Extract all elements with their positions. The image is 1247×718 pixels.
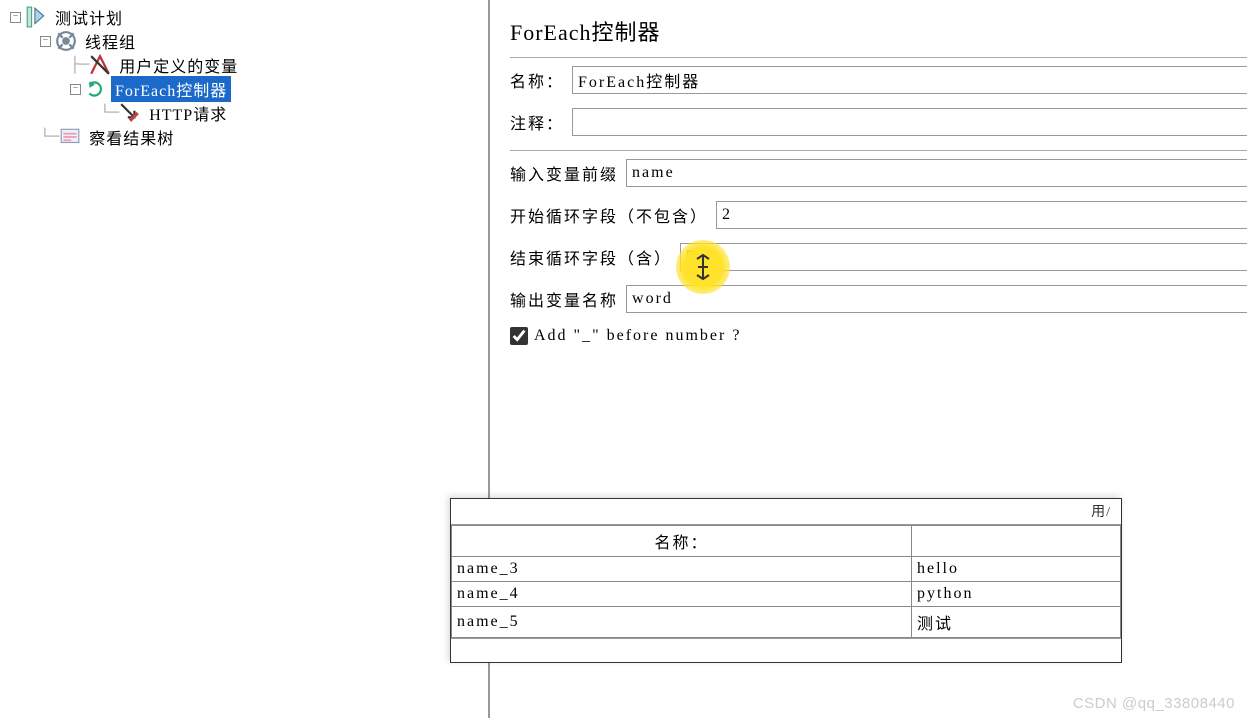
- name-label: 名称：: [510, 68, 572, 92]
- tree-item-label: HTTP请求: [145, 100, 231, 126]
- start-index-label: 开始循环字段（不包含）: [510, 203, 716, 227]
- table-header-value: [912, 526, 1121, 557]
- collapse-icon[interactable]: −: [40, 36, 51, 47]
- table-row[interactable]: name_4 python: [452, 582, 1121, 607]
- tree-thread-group-label: 线程组: [81, 28, 140, 54]
- cell-value[interactable]: hello: [912, 557, 1121, 582]
- tree-branch-icon: ├─: [70, 56, 89, 74]
- name-field[interactable]: [572, 66, 1247, 94]
- tree-item-foreach[interactable]: − ForEach控制器: [10, 77, 478, 101]
- watermark: CSDN @qq_33808440: [1073, 695, 1235, 712]
- tree-panel: − 测试计划 − 线程组 ├─ 用户定义的变量 −: [0, 0, 490, 718]
- tree-item-label: 察看结果树: [85, 124, 178, 150]
- user-variables-icon: [89, 54, 111, 76]
- comment-field[interactable]: [572, 108, 1247, 136]
- tree-branch-icon: └─: [40, 128, 59, 146]
- table-row[interactable]: name_5 测试: [452, 607, 1121, 638]
- input-prefix-label: 输入变量前缀: [510, 161, 626, 185]
- output-name-label: 输出变量名称: [510, 287, 626, 311]
- overlay-footer: [451, 638, 1121, 662]
- add-underscore-label: Add "_" before number ?: [534, 327, 741, 345]
- cell-value[interactable]: python: [912, 582, 1121, 607]
- comment-label: 注释：: [510, 110, 572, 134]
- tree-item-label: 用户定义的变量: [115, 52, 242, 78]
- foreach-controller-icon: [85, 78, 107, 100]
- variables-table: 名称： name_3 hello name_4 python name_5 测试: [451, 525, 1121, 638]
- start-index-field[interactable]: [716, 201, 1247, 229]
- test-plan-icon: [25, 6, 47, 28]
- tree-item-listener[interactable]: └─ 察看结果树: [10, 125, 478, 149]
- tree-branch-icon: └─: [100, 104, 119, 122]
- tree-root-label: 测试计划: [51, 4, 127, 30]
- thread-group-icon: [55, 30, 77, 52]
- results-tree-icon: [59, 126, 81, 148]
- overlay-header: 用/: [451, 499, 1121, 525]
- collapse-icon[interactable]: −: [10, 12, 21, 23]
- tree-thread-group[interactable]: − 线程组: [10, 29, 478, 53]
- tree-item-http[interactable]: └─ HTTP请求: [10, 101, 478, 125]
- tree-root[interactable]: − 测试计划: [10, 5, 478, 29]
- panel-title: ForEach控制器: [510, 15, 1247, 47]
- input-prefix-field[interactable]: [626, 159, 1247, 187]
- table-row[interactable]: name_3 hello: [452, 557, 1121, 582]
- http-request-icon: [119, 102, 141, 124]
- end-index-field[interactable]: [680, 243, 1247, 271]
- variables-overlay: 用/ 名称： name_3 hello name_4 python name_5…: [450, 498, 1122, 663]
- tree-item-label: ForEach控制器: [111, 76, 231, 102]
- add-underscore-checkbox[interactable]: [510, 327, 528, 345]
- collapse-icon[interactable]: −: [70, 84, 81, 95]
- table-header-name: 名称：: [452, 526, 912, 557]
- output-name-field[interactable]: [626, 285, 1247, 313]
- cell-name[interactable]: name_3: [452, 557, 912, 582]
- cell-name[interactable]: name_5: [452, 607, 912, 638]
- overlay-header-text: 用/: [1091, 505, 1111, 520]
- tree-item-user-vars[interactable]: ├─ 用户定义的变量: [10, 53, 478, 77]
- cell-value[interactable]: 测试: [912, 607, 1121, 638]
- cell-name[interactable]: name_4: [452, 582, 912, 607]
- end-index-label: 结束循环字段（含）: [510, 245, 680, 269]
